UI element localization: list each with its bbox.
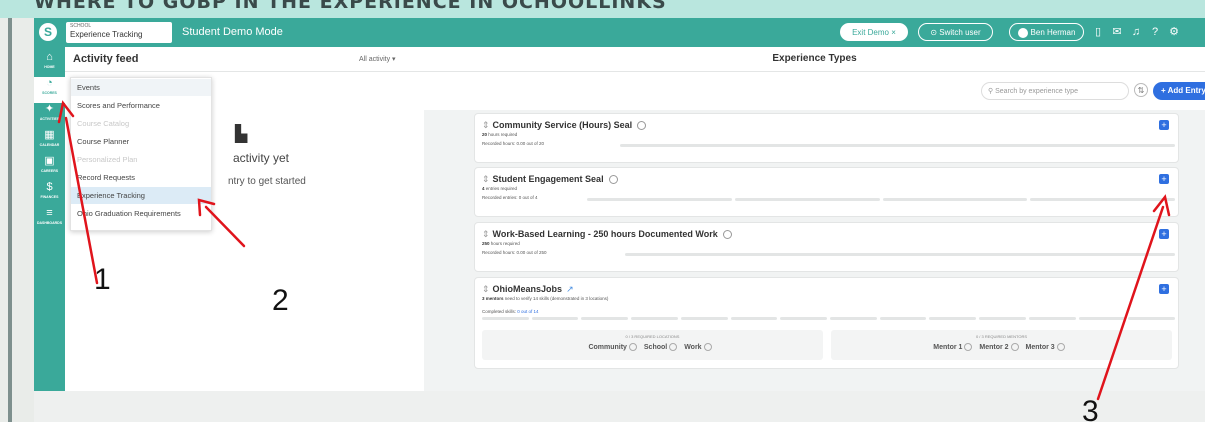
annotation-overlay: 1 2 3 <box>57 100 1171 422</box>
annotation-arrow-2 <box>197 198 246 248</box>
annotation-label-2: 2 <box>272 284 289 317</box>
annotation-arrow-3 <box>1096 194 1171 401</box>
annotation-arrow-1 <box>57 100 99 285</box>
annotation-label-1: 1 <box>94 263 111 296</box>
annotation-label-3: 3 <box>1082 395 1099 422</box>
